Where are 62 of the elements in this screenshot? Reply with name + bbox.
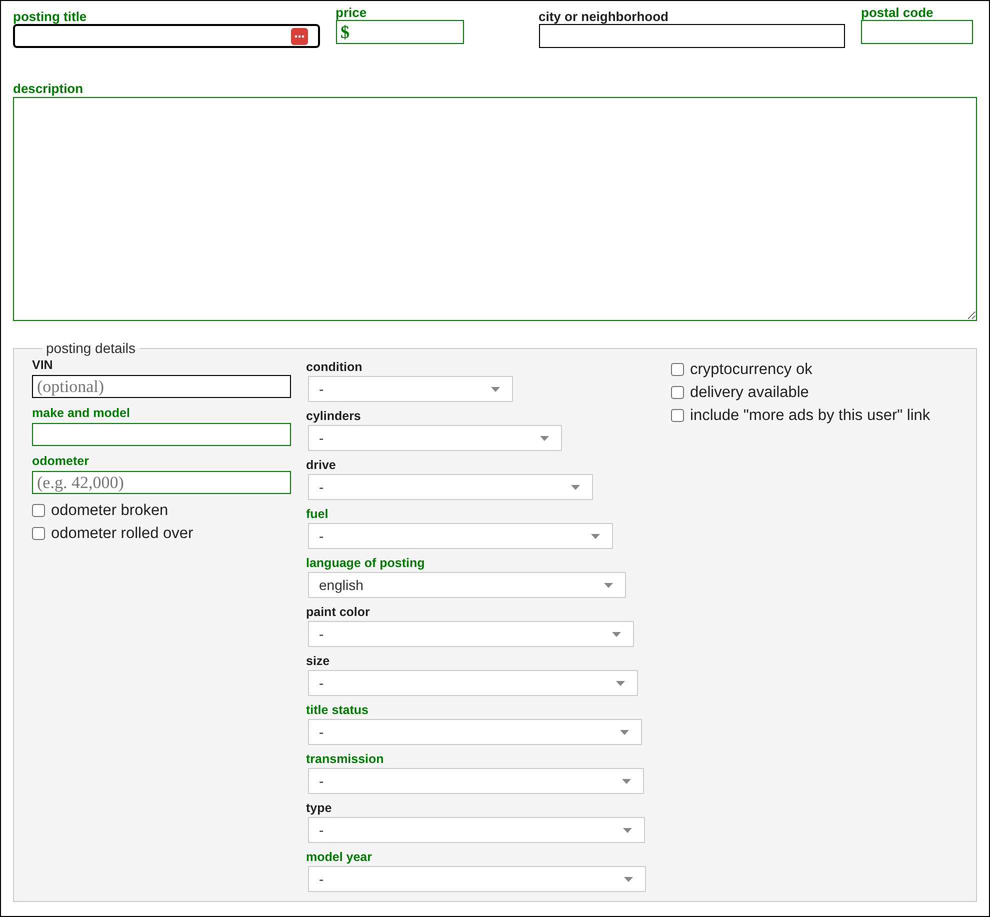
checkbox[interactable]: [32, 527, 45, 540]
field-label: VIN: [32, 358, 54, 373]
text-field[interactable]: [538, 24, 845, 48]
field-label: drive: [306, 458, 337, 473]
dots-icon[interactable]: [290, 28, 308, 44]
dropdown[interactable]: -: [308, 719, 642, 745]
field-label: odometer: [32, 454, 90, 469]
text-field[interactable]: $: [336, 20, 464, 44]
caret-icon: [616, 680, 625, 686]
caret-icon: [540, 436, 549, 440]
text-field[interactable]: [861, 20, 973, 44]
caret-icon: [591, 534, 600, 538]
checkbox-label: odometer broken: [51, 502, 168, 520]
dropdown[interactable]: -: [308, 523, 613, 549]
dropdown[interactable]: english: [308, 572, 626, 598]
caret-icon: [623, 828, 632, 832]
checkbox[interactable]: [32, 504, 45, 517]
field-label: size: [306, 654, 331, 669]
text-field[interactable]: [13, 24, 320, 48]
field-label: transmission: [306, 752, 385, 767]
field-label: city or neighborhood: [538, 9, 670, 24]
checkbox-label: include "more ads by this user" link: [690, 406, 930, 424]
dropdown[interactable]: -: [308, 866, 646, 892]
checkbox[interactable]: [671, 409, 684, 422]
dropdown[interactable]: -: [308, 474, 593, 500]
checkbox-label: cryptocurrency ok: [690, 360, 812, 378]
text-field[interactable]: (e.g. 42,000): [32, 471, 291, 494]
field-label: posting title: [13, 9, 88, 24]
field-label: price: [336, 5, 368, 20]
dropdown[interactable]: -: [308, 621, 634, 647]
checkbox[interactable]: [671, 386, 684, 399]
caret-icon: [622, 778, 631, 784]
text-field[interactable]: (optional): [32, 375, 291, 398]
text-field[interactable]: [32, 423, 291, 446]
caret-icon: [620, 730, 629, 734]
caret-icon: [612, 632, 621, 636]
caret-icon: [624, 876, 633, 882]
field-label: type: [306, 801, 333, 816]
field-label: fuel: [306, 507, 330, 522]
currency-symbol: $: [340, 22, 350, 42]
field-label: cylinders: [306, 409, 362, 424]
field-label: paint color: [306, 605, 371, 620]
dropdown[interactable]: -: [308, 670, 638, 696]
checkbox-label: delivery available: [690, 384, 809, 402]
caret-icon: [491, 386, 500, 392]
field-label: make and model: [32, 406, 131, 421]
field-label: model year: [306, 850, 374, 865]
checkbox-label: odometer rolled over: [51, 524, 194, 542]
caret-icon: [604, 582, 613, 588]
field-label: condition: [306, 360, 364, 375]
field-label: description: [13, 81, 84, 96]
field-label: postal code: [861, 5, 934, 20]
field-label: language of posting: [306, 556, 426, 571]
panel-legend: posting details: [42, 340, 140, 356]
caret-icon: [571, 484, 580, 490]
checkbox[interactable]: [671, 363, 684, 376]
field-label: title status: [306, 703, 370, 718]
dropdown[interactable]: -: [308, 817, 645, 843]
dropdown[interactable]: -: [308, 768, 644, 794]
description-field[interactable]: [13, 97, 977, 321]
dropdown[interactable]: -: [308, 425, 562, 451]
dropdown[interactable]: -: [308, 376, 513, 402]
